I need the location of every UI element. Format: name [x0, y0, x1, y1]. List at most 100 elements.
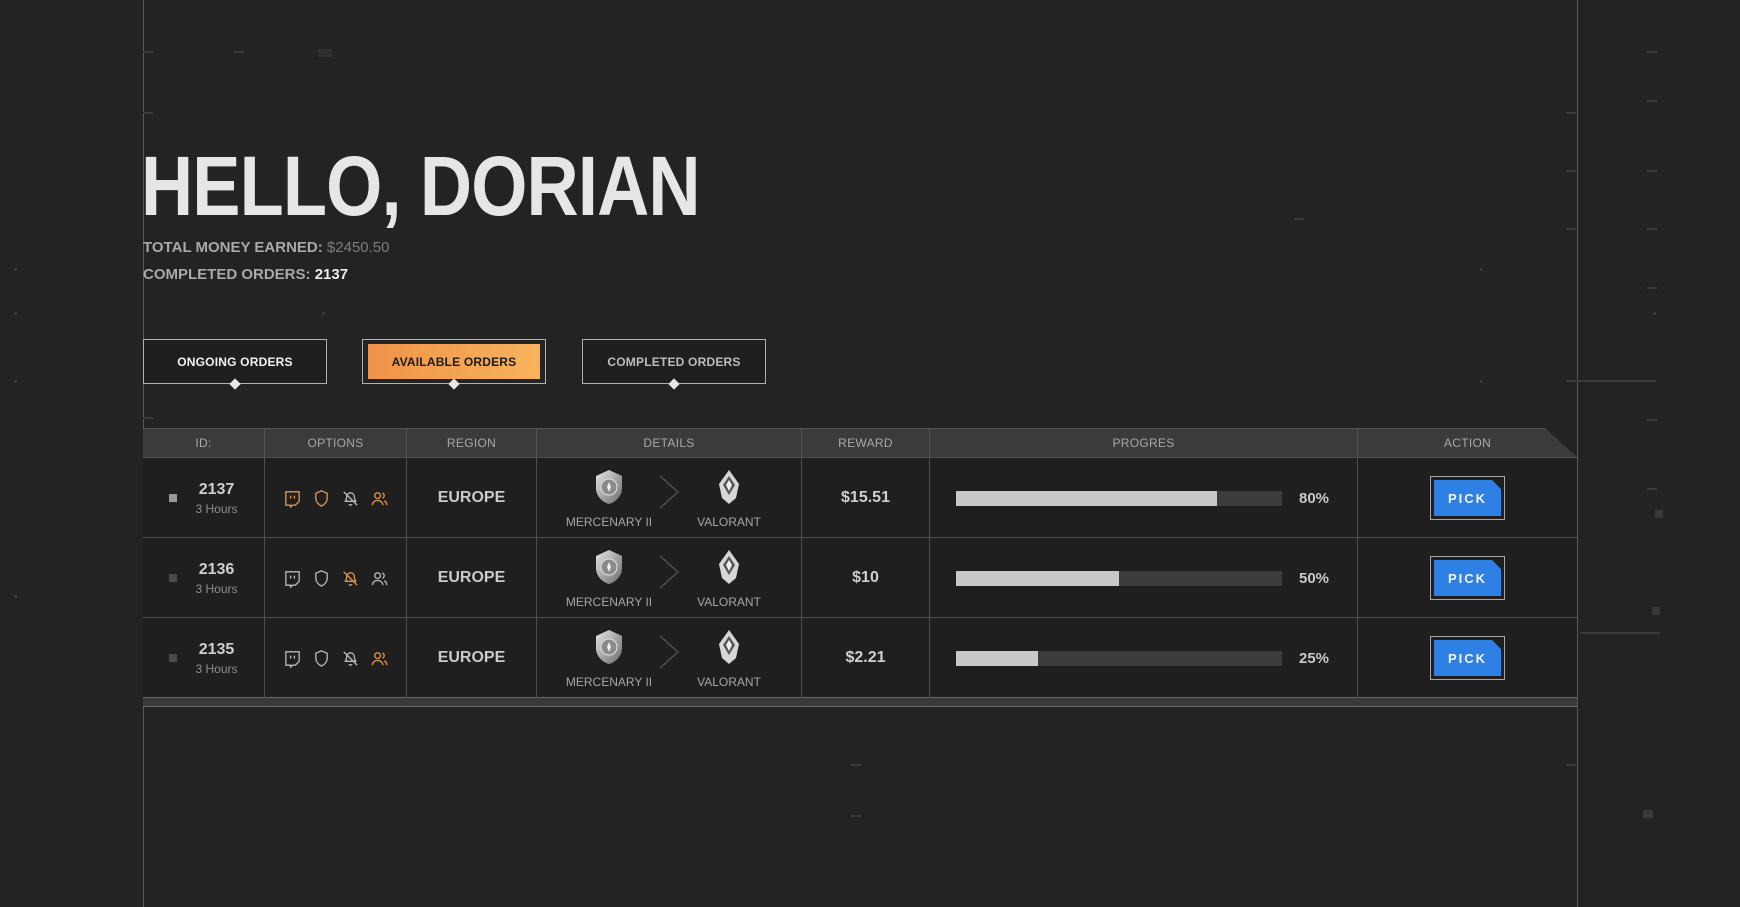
progress-fill — [956, 490, 1217, 506]
cell-options — [265, 538, 407, 618]
table-row: 2137 3 Hours EUROPE MERCENARY II VALORAN… — [143, 457, 1577, 538]
game-label: VALORANT — [697, 594, 761, 609]
frame-right-line — [1577, 0, 1578, 907]
chevron-right-icon — [654, 554, 684, 596]
rank-badge-icon — [592, 628, 626, 671]
money-value: $2450.50 — [326, 239, 390, 256]
bell-off-icon[interactable] — [341, 569, 360, 588]
cell-progress: 25% — [930, 618, 1358, 698]
order-id: 2136 — [198, 560, 235, 578]
bell-off-icon[interactable] — [341, 489, 360, 508]
row-select-checkbox[interactable] — [169, 574, 178, 582]
cell-id: 2136 3 Hours — [143, 538, 265, 618]
cell-options — [265, 458, 407, 538]
users-icon[interactable] — [370, 649, 389, 668]
progress-percent: 80% — [1299, 489, 1330, 507]
tab-diamond-marker — [229, 378, 241, 390]
stat-money-earned: TOTAL MONEY EARNED: $2450.50 — [143, 239, 390, 256]
tab-completed-orders[interactable]: COMPLETED ORDERS — [582, 339, 766, 390]
valorant-logo-icon — [712, 628, 746, 671]
cell-progress: 50% — [930, 538, 1358, 618]
game-label: VALORANT — [697, 514, 761, 529]
stat-completed-orders: COMPLETED ORDERS: 2137 — [143, 266, 348, 283]
order-time: 3 Hours — [195, 581, 238, 596]
cell-reward: $2.21 — [802, 618, 930, 698]
cell-details: MERCENARY II VALORANT — [537, 538, 802, 618]
order-time: 3 Hours — [195, 661, 238, 676]
order-id: 2137 — [198, 480, 235, 498]
header-action: ACTION — [1443, 436, 1492, 450]
stream-icon[interactable] — [283, 489, 302, 508]
row-select-checkbox[interactable] — [169, 654, 178, 662]
pick-button[interactable]: PICK — [1434, 480, 1501, 516]
page-title: HELLO, DORIAN — [141, 139, 701, 233]
cell-region: EUROPE — [407, 538, 537, 618]
progress-percent: 50% — [1299, 569, 1330, 587]
tab-label: COMPLETED ORDERS — [607, 354, 741, 369]
orders-table: ID: OPTIONS REGION DETAILS REWARD PROGRE… — [143, 428, 1577, 707]
progress-percent: 25% — [1299, 649, 1330, 667]
tab-ongoing-orders[interactable]: ONGOING ORDERS — [143, 339, 327, 390]
users-icon[interactable] — [370, 569, 389, 588]
cell-reward: $10 — [802, 538, 930, 618]
row-select-checkbox[interactable] — [169, 494, 178, 502]
rank-badge-icon — [592, 468, 626, 511]
pick-button[interactable]: PICK — [1434, 560, 1501, 596]
cell-progress: 80% — [930, 458, 1358, 538]
shield-icon[interactable] — [312, 649, 331, 668]
valorant-logo-icon — [712, 548, 746, 591]
cell-id: 2135 3 Hours — [143, 618, 265, 698]
shield-icon[interactable] — [312, 489, 331, 508]
chevron-right-icon — [654, 634, 684, 676]
progress-fill — [956, 570, 1119, 586]
progress-fill — [956, 650, 1038, 666]
tab-available-orders[interactable]: AVAILABLE ORDERS — [362, 339, 546, 390]
cell-region: EUROPE — [407, 618, 537, 698]
header-options: OPTIONS — [265, 429, 407, 457]
cell-action: PICK — [1358, 458, 1577, 538]
progress-bar — [956, 490, 1282, 506]
pick-button-frame: PICK — [1430, 636, 1505, 680]
tab-label: AVAILABLE ORDERS — [391, 354, 517, 369]
orders-value: 2137 — [314, 266, 349, 283]
reward-value: $10 — [852, 569, 879, 586]
valorant-logo-icon — [712, 468, 746, 511]
chevron-right-icon — [654, 474, 684, 516]
header-reward: REWARD — [802, 429, 930, 457]
tab-diamond-marker — [448, 378, 460, 390]
users-icon[interactable] — [370, 489, 389, 508]
shield-icon[interactable] — [312, 569, 331, 588]
game-label: VALORANT — [697, 674, 761, 689]
table-footer — [143, 697, 1577, 707]
header-progress: PROGRES — [930, 429, 1358, 457]
rank-label: MERCENARY II — [565, 514, 653, 529]
pick-button-frame: PICK — [1430, 556, 1505, 600]
region-label: EUROPE — [437, 569, 506, 586]
bell-off-icon[interactable] — [341, 649, 360, 668]
tab-diamond-marker — [668, 378, 680, 390]
cell-id: 2137 3 Hours — [143, 458, 265, 538]
header-id: ID: — [143, 429, 265, 457]
region-label: EUROPE — [437, 489, 506, 506]
stream-icon[interactable] — [283, 569, 302, 588]
pick-button[interactable]: PICK — [1434, 640, 1501, 676]
cell-region: EUROPE — [407, 458, 537, 538]
header-details: DETAILS — [537, 429, 802, 457]
cell-action: PICK — [1358, 618, 1577, 698]
reward-value: $2.21 — [845, 649, 886, 666]
money-label: TOTAL MONEY EARNED: — [143, 239, 323, 256]
table-header: ID: OPTIONS REGION DETAILS REWARD PROGRE… — [143, 428, 1577, 457]
cell-details: MERCENARY II VALORANT — [537, 618, 802, 698]
table-row: 2136 3 Hours EUROPE MERCENARY II VALORAN… — [143, 537, 1577, 618]
orders-label: COMPLETED ORDERS: — [143, 266, 311, 283]
order-id: 2135 — [198, 640, 235, 658]
stream-icon[interactable] — [283, 649, 302, 668]
header-region: REGION — [407, 429, 537, 457]
rank-badge-icon — [592, 548, 626, 591]
rank-label: MERCENARY II — [565, 594, 653, 609]
pick-button-frame: PICK — [1430, 476, 1505, 520]
cell-reward: $15.51 — [802, 458, 930, 538]
reward-value: $15.51 — [841, 489, 890, 506]
tab-label: ONGOING ORDERS — [177, 354, 293, 369]
table-row: 2135 3 Hours EUROPE MERCENARY II VALORAN… — [143, 617, 1577, 698]
